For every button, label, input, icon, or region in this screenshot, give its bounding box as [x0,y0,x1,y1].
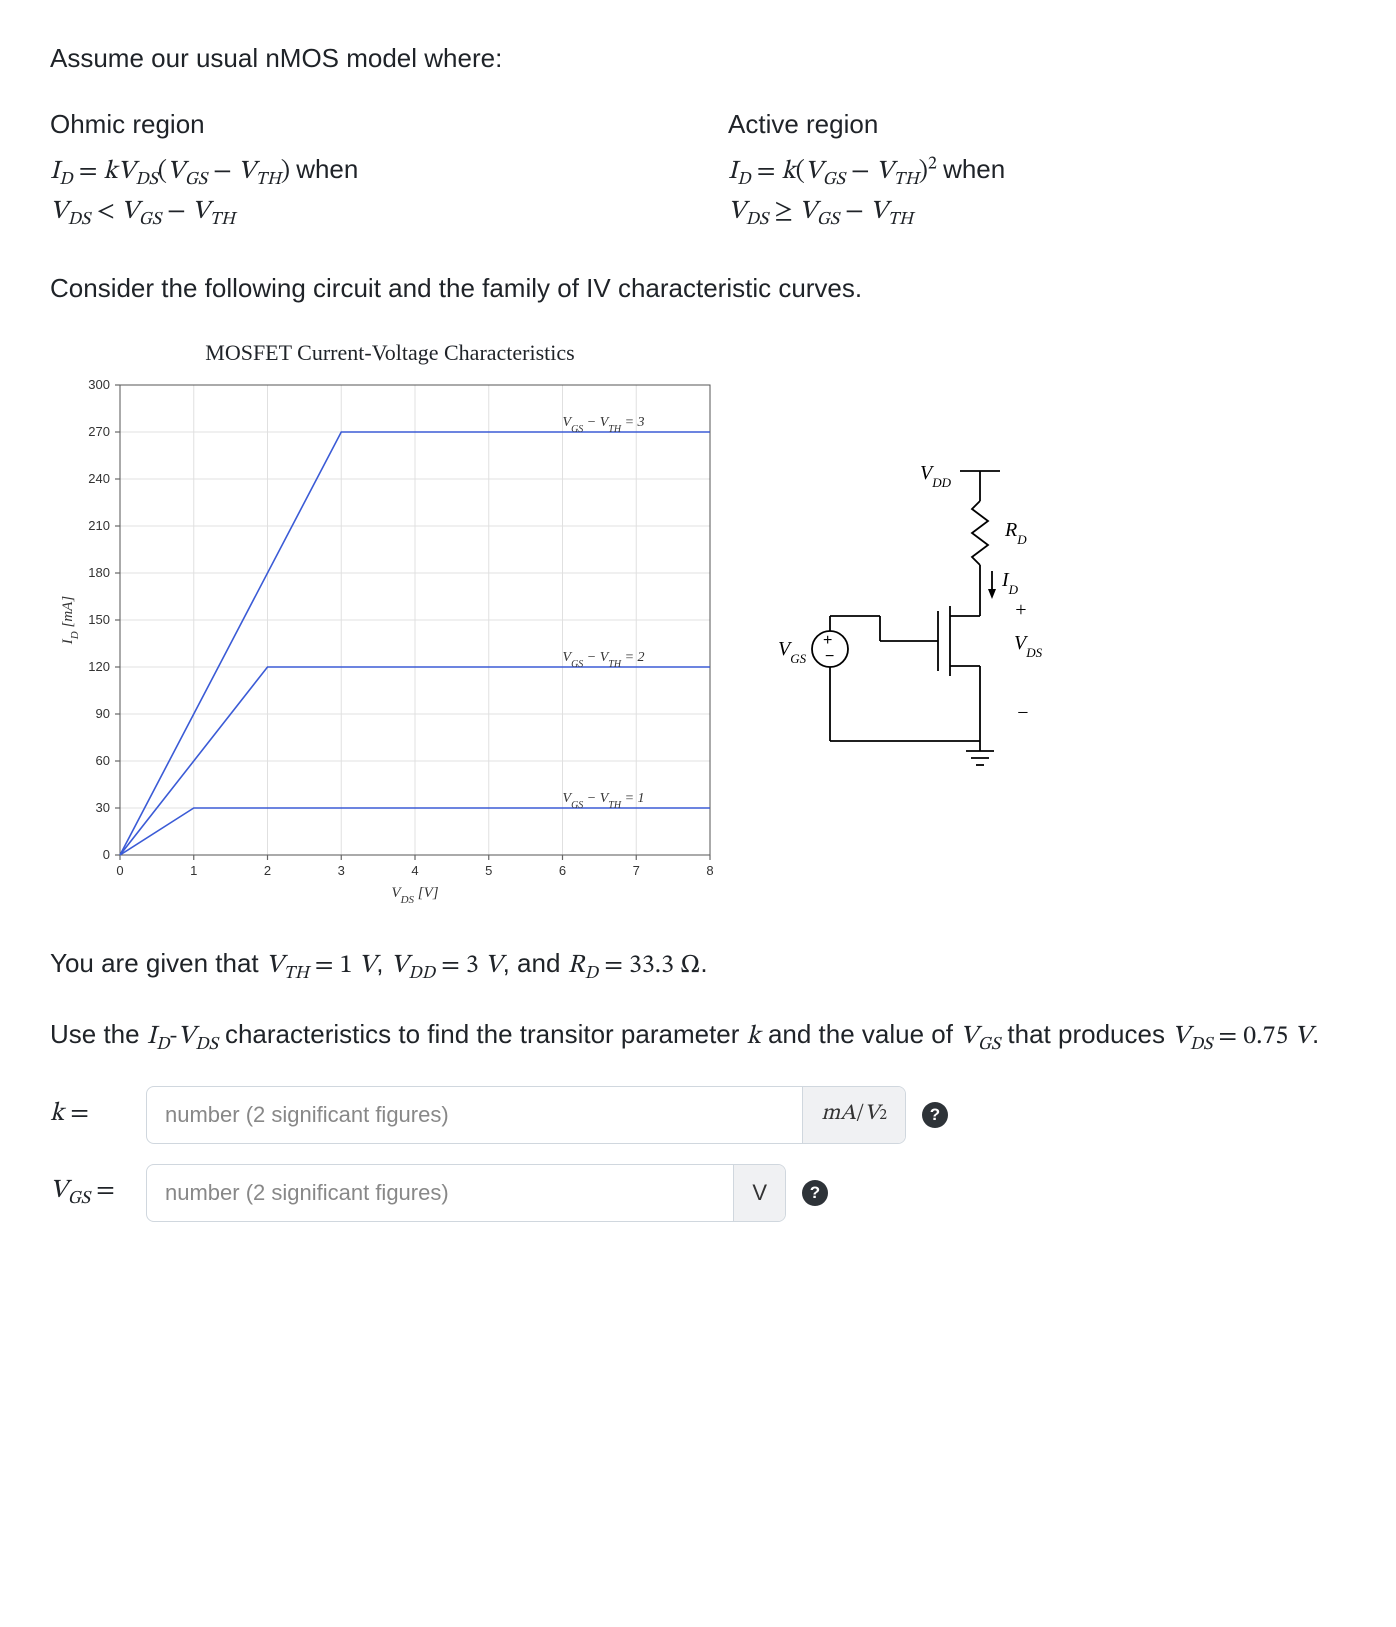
svg-text:7: 7 [633,863,640,878]
svg-text:210: 210 [88,518,110,533]
iv-chart: MOSFET Current-Voltage Characteristics 0… [50,337,730,905]
svg-text:+: + [823,632,832,649]
svg-text:120: 120 [88,659,110,674]
svg-text:240: 240 [88,471,110,486]
help-icon[interactable]: ? [922,1102,948,1128]
svg-text:1: 1 [190,863,197,878]
svg-text:−: − [1016,702,1030,724]
vgs-input[interactable] [147,1165,733,1221]
svg-text:30: 30 [96,800,110,815]
svg-text:VDS: VDS [1014,632,1043,660]
svg-text:0: 0 [103,847,110,862]
help-icon[interactable]: ? [802,1180,828,1206]
svg-text:ID [mA]: ID [mA] [60,596,81,646]
ohmic-condition: VDS < VGS − VTH [50,194,668,234]
k-label: k = [50,1096,130,1134]
k-input[interactable] [147,1087,802,1143]
k-field-wrap: mA/V 2 [146,1086,906,1144]
ohmic-region: Ohmic region ID = kVDS(VGS − VTH) when V… [50,106,668,234]
k-input-row: k = mA/V 2 ? [50,1086,1346,1144]
svg-text:RD: RD [1004,519,1027,547]
svg-text:180: 180 [88,565,110,580]
vgs-field-wrap: V [146,1164,786,1222]
circuit-diagram: VDD RD ID + VDS − + − VGS [770,451,1070,791]
svg-text:−: − [825,648,834,665]
svg-text:300: 300 [88,377,110,392]
svg-text:8: 8 [706,863,713,878]
active-equation: ID = k(VGS − VTH)2 when [728,151,1346,194]
active-condition: VDS ≥ VGS − VTH [728,194,1346,234]
svg-text:VDD: VDD [920,462,952,490]
svg-text:5: 5 [485,863,492,878]
svg-text:3: 3 [338,863,345,878]
svg-text:0: 0 [116,863,123,878]
svg-text:VDS [V]: VDS [V] [391,885,438,905]
ohmic-equation: ID = kVDS(VGS − VTH) when [50,151,668,194]
svg-text:270: 270 [88,424,110,439]
svg-text:ID: ID [1001,569,1019,597]
svg-text:6: 6 [559,863,566,878]
active-title: Active region [728,106,1346,144]
given-text: You are given that VTH = 1 V, VDD = 3 V,… [50,945,1346,988]
chart-title: MOSFET Current-Voltage Characteristics [50,337,730,369]
intro-text: Assume our usual nMOS model where: [50,40,1346,78]
instruction-text: Use the ID-VDS characteristics to find t… [50,1016,1346,1059]
svg-text:2: 2 [264,863,271,878]
vgs-input-row: VGS = V ? [50,1164,1346,1222]
svg-text:90: 90 [96,706,110,721]
regions-row: Ohmic region ID = kVDS(VGS − VTH) when V… [50,106,1346,234]
consider-text: Consider the following circuit and the f… [50,270,1346,308]
svg-text:4: 4 [411,863,418,878]
svg-text:60: 60 [96,753,110,768]
vgs-unit: V [733,1165,785,1221]
svg-text:VGS: VGS [778,638,807,666]
svg-text:+: + [1014,599,1028,621]
vgs-label: VGS = [50,1173,130,1213]
svg-text:150: 150 [88,612,110,627]
ohmic-title: Ohmic region [50,106,668,144]
active-region: Active region ID = k(VGS − VTH)2 when VD… [728,106,1346,234]
k-unit: mA/V 2 [802,1087,905,1143]
